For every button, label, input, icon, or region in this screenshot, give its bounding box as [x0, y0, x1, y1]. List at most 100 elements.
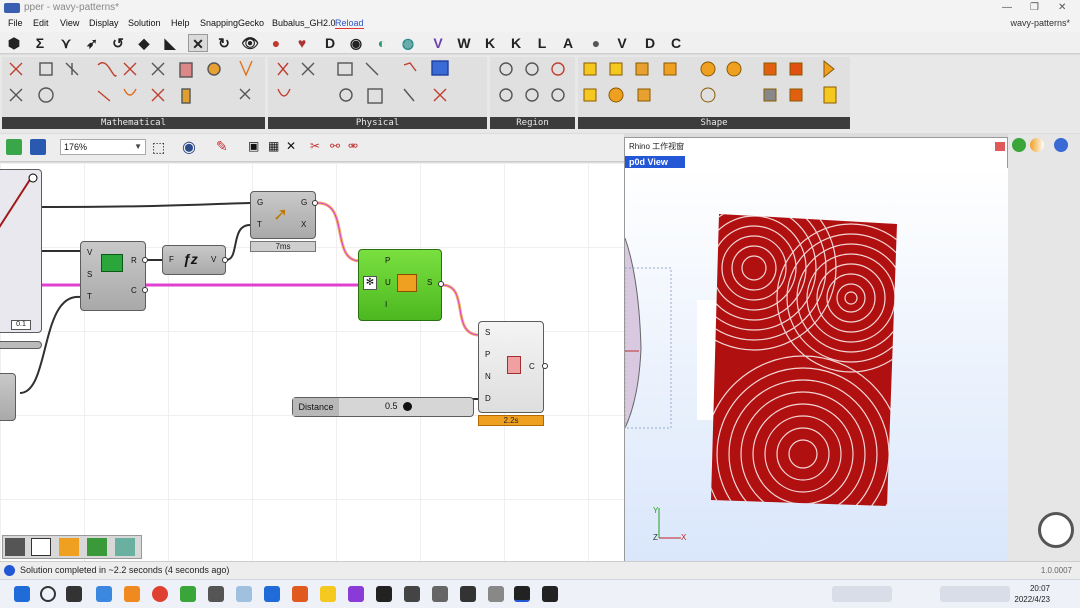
- mesh-tab-icon[interactable]: ◣: [160, 34, 180, 52]
- close-button[interactable]: ✕: [1058, 2, 1066, 13]
- app-icon[interactable]: [432, 586, 448, 602]
- grasshopper-app-icon[interactable]: [514, 586, 530, 602]
- app-icon[interactable]: [460, 586, 476, 602]
- sets-tab-icon[interactable]: ⋎: [56, 34, 76, 52]
- minimize-button[interactable]: —: [1002, 2, 1012, 13]
- app-icon[interactable]: [96, 586, 112, 602]
- app-icon[interactable]: [264, 586, 280, 602]
- display-tab-icon[interactable]: 👁: [240, 34, 260, 52]
- region-tool-icons[interactable]: [490, 57, 575, 117]
- tab-c[interactable]: C: [666, 34, 686, 52]
- preview-mode-icon[interactable]: ⬚: [152, 139, 165, 156]
- open-file-icon[interactable]: [6, 139, 22, 155]
- menu-bubalus[interactable]: Bubalus_GH2.0: [272, 18, 336, 28]
- close-icon[interactable]: [995, 142, 1005, 151]
- params-tab-icon[interactable]: ⬢: [4, 34, 24, 52]
- vector-tab-icon[interactable]: ➶: [82, 34, 102, 52]
- app-icon[interactable]: [542, 586, 558, 602]
- boolean-union-component[interactable]: P U I S ✻: [358, 249, 442, 321]
- output-grip[interactable]: [312, 200, 318, 206]
- surface-icon[interactable]: [87, 538, 107, 556]
- navigation-wheel-icon[interactable]: [1038, 512, 1074, 548]
- menu-snappinggecko[interactable]: SnappingGecko: [200, 18, 264, 28]
- intersect-tab-icon[interactable]: ✕: [188, 34, 208, 52]
- rhino-viewport-window[interactable]: Rhino 工作视窗 p0d View Y Z X: [624, 137, 1009, 568]
- rhino-app-icon[interactable]: [376, 586, 392, 602]
- menu-display[interactable]: Display: [89, 18, 119, 28]
- pen-icon[interactable]: [31, 538, 51, 556]
- plugin-c-tab-icon[interactable]: ◉: [346, 34, 366, 52]
- unlink-icon[interactable]: ⚮: [348, 139, 358, 153]
- menu-file[interactable]: File: [8, 18, 23, 28]
- physical-tool-icons[interactable]: [268, 57, 487, 117]
- output-grip[interactable]: [142, 257, 148, 263]
- menu-edit[interactable]: Edit: [33, 18, 49, 28]
- flatten-icon[interactable]: ✻: [363, 276, 377, 290]
- menu-solution[interactable]: Solution: [128, 18, 161, 28]
- maximize-button[interactable]: ❐: [1030, 2, 1039, 13]
- tab-k1[interactable]: K: [480, 34, 500, 52]
- shape-tool-icons[interactable]: [578, 57, 850, 117]
- plugin-b-tab-icon[interactable]: ♥: [292, 34, 312, 52]
- clock[interactable]: 20:07 2022/4/23: [1014, 583, 1050, 605]
- grid-icon[interactable]: ▦: [268, 139, 279, 153]
- partial-component[interactable]: [0, 373, 16, 421]
- menu-help[interactable]: Help: [171, 18, 190, 28]
- mesh-icon[interactable]: [115, 538, 135, 556]
- download-icon[interactable]: [5, 538, 25, 556]
- chrome-icon[interactable]: [152, 586, 168, 602]
- tab-w[interactable]: W: [454, 34, 474, 52]
- output-grip[interactable]: [438, 281, 444, 287]
- link-icon[interactable]: ⚯: [330, 139, 340, 153]
- graph-component[interactable]: V S T R C: [80, 241, 146, 311]
- app-icon[interactable]: [208, 586, 224, 602]
- sketch-icon[interactable]: ▣: [248, 139, 259, 153]
- app-icon[interactable]: [404, 586, 420, 602]
- app-icon[interactable]: [124, 586, 140, 602]
- offset-component[interactable]: S P N D C: [478, 321, 544, 413]
- plugin-a-tab-icon[interactable]: ●: [266, 34, 286, 52]
- app-icon[interactable]: [292, 586, 308, 602]
- system-tray-icons[interactable]: [940, 586, 1010, 602]
- maths-tab-icon[interactable]: Σ: [30, 34, 50, 52]
- tab-d-letter[interactable]: D: [320, 34, 340, 52]
- search-icon[interactable]: [40, 586, 56, 602]
- region-icon[interactable]: [59, 538, 79, 556]
- surface-tab-icon[interactable]: ◆: [134, 34, 154, 52]
- cut-icon[interactable]: ✂: [310, 139, 320, 153]
- menu-reload[interactable]: Reload: [335, 18, 364, 29]
- zoom-select[interactable]: 176% ▼: [60, 139, 146, 155]
- app-icon[interactable]: [348, 586, 364, 602]
- display-mode-icon[interactable]: [1012, 138, 1026, 152]
- globe-icon[interactable]: [1054, 138, 1068, 152]
- tab-d[interactable]: D: [640, 34, 660, 52]
- slider-handle[interactable]: [403, 402, 412, 411]
- tab-k2[interactable]: K: [506, 34, 526, 52]
- expression-component[interactable]: F V ƒz: [162, 245, 226, 275]
- tab-l[interactable]: L: [532, 34, 552, 52]
- gradient-component[interactable]: G T G X ➚: [250, 191, 316, 239]
- viewport-3d[interactable]: Y Z X: [625, 168, 1009, 568]
- mathematical-tool-icons[interactable]: [2, 57, 265, 117]
- eye-icon[interactable]: ◉: [182, 137, 196, 157]
- save-file-icon[interactable]: [30, 139, 46, 155]
- viewport-label[interactable]: p0d View: [625, 156, 685, 168]
- tab-a[interactable]: A: [558, 34, 578, 52]
- material-icon[interactable]: [1030, 138, 1044, 152]
- grasshopper-canvas[interactable]: 0.1 G T G X ➚ 7ms V S T R C F V ƒz P U I…: [0, 163, 624, 561]
- output-grip[interactable]: [222, 257, 228, 263]
- task-view-icon[interactable]: [66, 586, 82, 602]
- graph-mapper-component[interactable]: 0.1: [0, 169, 42, 333]
- output-grip[interactable]: [542, 363, 548, 369]
- windows-start-icon[interactable]: [14, 586, 30, 602]
- app-icon[interactable]: [488, 586, 504, 602]
- plugin-t-tab-icon[interactable]: ●: [586, 34, 606, 52]
- menu-view[interactable]: View: [60, 18, 79, 28]
- distance-slider[interactable]: Distance 0.5: [292, 397, 474, 417]
- curve-tab-icon[interactable]: ↺: [108, 34, 128, 52]
- transform-tab-icon[interactable]: ↻: [214, 34, 234, 52]
- output-grip[interactable]: [142, 287, 148, 293]
- app-icon[interactable]: [180, 586, 196, 602]
- system-tray-icons[interactable]: [832, 586, 892, 602]
- paint-icon[interactable]: ✎: [216, 138, 228, 155]
